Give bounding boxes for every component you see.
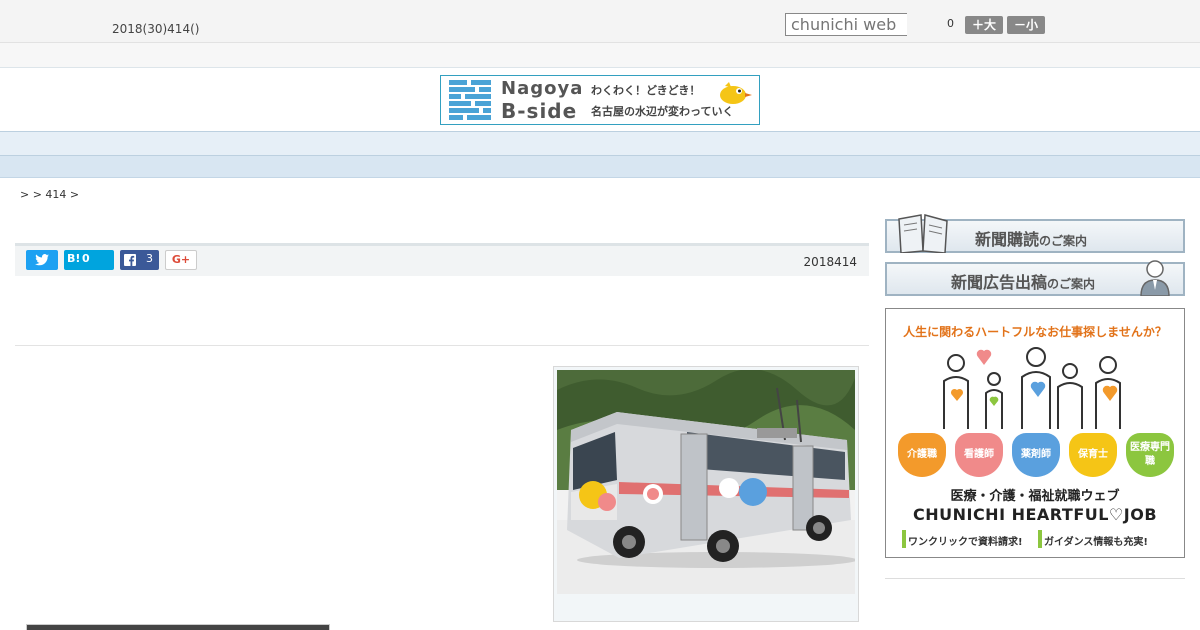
heart-nurse[interactable]: 看護師: [955, 433, 1003, 477]
banner-line2: B-side: [501, 99, 578, 123]
google-plus-button[interactable]: G+: [165, 250, 197, 270]
hatena-bookmark-button[interactable]: B! 0: [64, 250, 114, 270]
hatena-count: 0: [82, 252, 90, 265]
facebook-share-button[interactable]: 3: [120, 250, 159, 270]
main-navigation: [0, 131, 1200, 156]
family-illustration-icon: [943, 347, 1121, 429]
advertising-label: 新聞広告出稿のご案内: [951, 269, 1095, 293]
second-article-photo[interactable]: [26, 624, 330, 630]
header-strip: [0, 43, 1200, 68]
job-category-hearts: 介護職 看護師 薬剤師 保育士 医療専門職: [898, 433, 1174, 479]
twitter-share-button[interactable]: [26, 250, 58, 270]
nagoya-bside-banner[interactable]: Nagoya B-side わくわく！どきどき！ 名古屋の水辺が変わっていく: [440, 75, 760, 125]
sidebar-divider: [885, 578, 1185, 579]
ad-headline: 人生に関わるハートフルなお仕事探しませんか？: [903, 325, 1167, 339]
heartful-job-ad[interactable]: 人生に関わるハートフルなお仕事探しませんか？ 介護職 看護師 薬剤師 保育士 医…: [885, 308, 1185, 558]
subscription-sub: のご案内: [1039, 234, 1088, 248]
advertising-sub: のご案内: [1047, 277, 1096, 291]
sub-navigation: [0, 156, 1200, 178]
ad-line1: 医療・介護・福祉就職ウェブ: [950, 489, 1120, 504]
ad-accent-bar: [902, 530, 906, 548]
search-input[interactable]: [785, 13, 907, 36]
current-date: 2018(30)414(): [112, 22, 200, 36]
ad-accent-bar: [1038, 530, 1042, 548]
yellow-bird-icon: [720, 82, 752, 104]
ad-line3: ワンクリックで資料請求!: [908, 537, 1023, 548]
newspaper-subscription-button[interactable]: 新聞購読のご案内: [885, 214, 1185, 253]
share-bar: B! 0 3 G+ 2018414: [15, 243, 869, 276]
bside-grid-logo-icon: [449, 80, 491, 120]
banner-line1: Nagoya: [501, 78, 584, 99]
advertising-main: 新聞広告出稿: [951, 273, 1048, 292]
top-bar: 2018(30)414() 0 ＋大 －小: [0, 0, 1200, 43]
facebook-f-icon: [124, 254, 136, 266]
subscription-label: 新聞購読のご案内: [975, 226, 1087, 250]
facebook-count: 3: [146, 252, 153, 265]
hatena-label: B!: [67, 252, 81, 265]
font-bigger-button[interactable]: ＋大: [965, 16, 1003, 34]
breadcrumb[interactable]: > > 414 >: [20, 188, 79, 201]
heart-care-worker[interactable]: 介護職: [898, 433, 946, 477]
ad-line4: ガイダンス情報も充実!: [1044, 537, 1148, 548]
open-book-icon: [898, 214, 948, 253]
heart-pharmacist[interactable]: 薬剤師: [1012, 433, 1060, 477]
font-smaller-button[interactable]: －小: [1007, 16, 1045, 34]
article-date: 2018414: [803, 255, 857, 269]
subscription-main: 新聞購読: [975, 230, 1040, 249]
ad-line2: CHUNICHI HEARTFUL♡JOB: [912, 505, 1158, 524]
newspaper-advertising-button[interactable]: 新聞広告出稿のご案内: [885, 260, 1185, 296]
heart-medical-specialist[interactable]: 医療専門職: [1126, 433, 1174, 477]
heart-childcare[interactable]: 保育士: [1069, 433, 1117, 477]
article-photo-frame[interactable]: [553, 366, 859, 622]
content-divider: [15, 345, 869, 346]
banner-jp-line2: 名古屋の水辺が変わっていく: [591, 105, 734, 118]
twitter-bird-icon: [35, 254, 49, 266]
font-size-count: 0: [947, 17, 954, 30]
trolleybus-photo: [557, 370, 855, 594]
banner-jp-line1: わくわく！どきどき！: [591, 84, 701, 97]
businessman-icon: [1140, 260, 1170, 296]
